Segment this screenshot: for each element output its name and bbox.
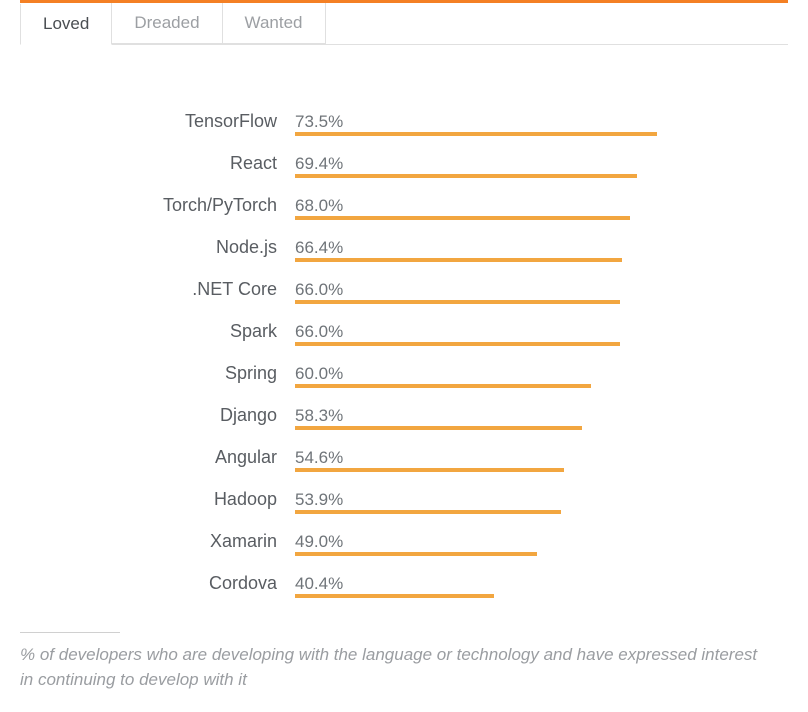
chart-bar-value: 66.0%	[295, 322, 343, 342]
tab-wanted[interactable]: Wanted	[222, 3, 326, 44]
chart-row: Torch/PyTorch68.0%	[30, 184, 788, 226]
chart-row-label: Torch/PyTorch	[30, 195, 295, 216]
chart-row: Cordova40.4%	[30, 562, 788, 604]
chart-bar-wrap: 66.0%	[295, 310, 788, 352]
chart-bar	[295, 300, 620, 304]
chart-bar-wrap: 60.0%	[295, 352, 788, 394]
chart-row: .NET Core66.0%	[30, 268, 788, 310]
chart-bar	[295, 510, 561, 514]
chart-bar-wrap: 58.3%	[295, 394, 788, 436]
chart-bar-value: 60.0%	[295, 364, 343, 384]
chart-bar-value: 54.6%	[295, 448, 343, 468]
chart-bar	[295, 342, 620, 346]
chart-bar-wrap: 49.0%	[295, 520, 788, 562]
bar-chart: TensorFlow73.5%React69.4%Torch/PyTorch68…	[20, 100, 788, 604]
chart-row: Xamarin49.0%	[30, 520, 788, 562]
chart-row: Angular54.6%	[30, 436, 788, 478]
chart-bar-wrap: 66.0%	[295, 268, 788, 310]
chart-bar	[295, 468, 564, 472]
chart-row: Django58.3%	[30, 394, 788, 436]
chart-bar	[295, 594, 494, 598]
chart-row-label: Spark	[30, 321, 295, 342]
chart-row-label: Django	[30, 405, 295, 426]
chart-bar-value: 40.4%	[295, 574, 343, 594]
chart-bar-value: 68.0%	[295, 196, 343, 216]
chart-bar	[295, 132, 657, 136]
chart-row-label: Cordova	[30, 573, 295, 594]
chart-row: Hadoop53.9%	[30, 478, 788, 520]
chart-bar-value: 69.4%	[295, 154, 343, 174]
chart-row: React69.4%	[30, 142, 788, 184]
chart-row-label: React	[30, 153, 295, 174]
tab-loved[interactable]: Loved	[20, 4, 112, 45]
footnote-divider	[20, 632, 120, 633]
chart-row-label: Xamarin	[30, 531, 295, 552]
tab-dreaded[interactable]: Dreaded	[111, 3, 222, 44]
tabs: Loved Dreaded Wanted	[20, 0, 788, 45]
chart-bar	[295, 174, 637, 178]
tab-label: Wanted	[245, 13, 303, 32]
chart-bar-wrap: 66.4%	[295, 226, 788, 268]
chart-row-label: Angular	[30, 447, 295, 468]
chart-bar-wrap: 68.0%	[295, 184, 788, 226]
chart-row-label: Node.js	[30, 237, 295, 258]
chart-bar	[295, 384, 591, 388]
chart-bar-value: 58.3%	[295, 406, 343, 426]
chart-bar-wrap: 53.9%	[295, 478, 788, 520]
chart-bar	[295, 426, 582, 430]
chart-bar	[295, 258, 622, 262]
chart-row-label: Spring	[30, 363, 295, 384]
tab-label: Loved	[43, 14, 89, 33]
chart-bar	[295, 216, 630, 220]
chart-bar-wrap: 40.4%	[295, 562, 788, 604]
chart-bar-wrap: 54.6%	[295, 436, 788, 478]
chart-bar-wrap: 73.5%	[295, 100, 788, 142]
chart-bar-value: 66.4%	[295, 238, 343, 258]
chart-bar	[295, 552, 537, 556]
chart-row-label: Hadoop	[30, 489, 295, 510]
chart-row: TensorFlow73.5%	[30, 100, 788, 142]
chart-row: Node.js66.4%	[30, 226, 788, 268]
chart-bar-wrap: 69.4%	[295, 142, 788, 184]
chart-bar-value: 73.5%	[295, 112, 343, 132]
footnote: % of developers who are developing with …	[20, 643, 760, 692]
chart-row: Spring60.0%	[30, 352, 788, 394]
tab-label: Dreaded	[134, 13, 199, 32]
chart-row: Spark66.0%	[30, 310, 788, 352]
chart-bar-value: 53.9%	[295, 490, 343, 510]
chart-bar-value: 66.0%	[295, 280, 343, 300]
chart-row-label: TensorFlow	[30, 111, 295, 132]
chart-row-label: .NET Core	[30, 279, 295, 300]
chart-bar-value: 49.0%	[295, 532, 343, 552]
